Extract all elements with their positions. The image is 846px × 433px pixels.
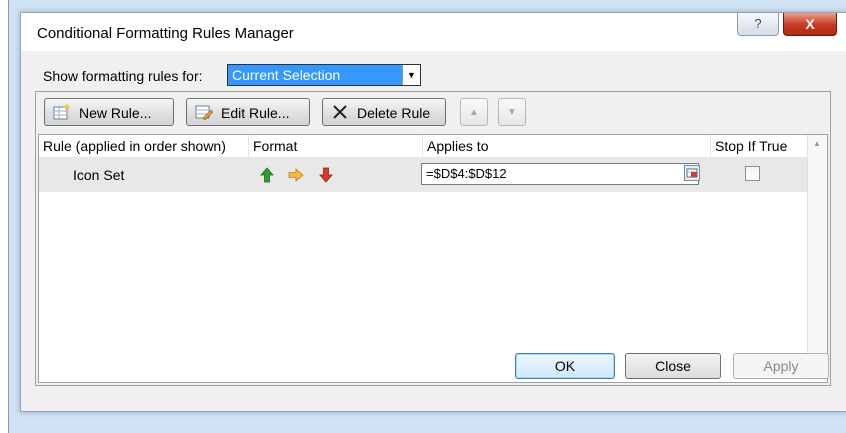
delete-rule-label: Delete Rule bbox=[357, 105, 431, 121]
apply-button[interactable]: Apply bbox=[733, 353, 829, 379]
vertical-scrollbar[interactable]: ▲ ▼ bbox=[807, 135, 826, 380]
help-button[interactable]: ? bbox=[737, 13, 779, 36]
delete-rule-button[interactable]: Delete Rule bbox=[322, 98, 446, 126]
applies-to-value: =$D$4:$D$12 bbox=[426, 166, 507, 181]
rule-row[interactable]: Icon Set =$D$4:$D$12 bbox=[39, 158, 807, 192]
title-bar: Conditional Formatting Rules Manager ? X bbox=[21, 13, 846, 51]
show-rules-dropdown[interactable]: Current Selection ▼ bbox=[227, 64, 421, 86]
header-stop-if-true: Stop If True bbox=[715, 138, 788, 154]
header-applies-to: Applies to bbox=[423, 135, 711, 157]
rules-grid: Rule (applied in order shown) Format App… bbox=[38, 134, 828, 383]
red-down-arrow-icon bbox=[319, 167, 333, 183]
green-up-arrow-icon bbox=[260, 167, 274, 183]
show-rules-selected: Current Selection bbox=[228, 65, 402, 85]
rules-manager-dialog: Conditional Formatting Rules Manager ? X… bbox=[20, 12, 846, 412]
delete-x-icon bbox=[333, 105, 347, 119]
rule-name: Icon Set bbox=[73, 167, 125, 183]
grid-header: Rule (applied in order shown) Format App… bbox=[39, 135, 807, 158]
stop-if-true-checkbox[interactable] bbox=[745, 166, 760, 181]
header-format: Format bbox=[249, 135, 423, 157]
range-selector-icon[interactable] bbox=[684, 165, 700, 181]
edit-rule-button[interactable]: Edit Rule... bbox=[186, 98, 310, 126]
move-up-button[interactable]: ▲ bbox=[460, 98, 488, 126]
ok-button[interactable]: OK bbox=[515, 353, 615, 379]
new-rule-label: New Rule... bbox=[79, 105, 152, 121]
yellow-right-arrow-icon bbox=[288, 168, 304, 182]
close-window-button[interactable]: X bbox=[783, 13, 837, 36]
dialog-title: Conditional Formatting Rules Manager bbox=[37, 25, 294, 42]
applies-to-input[interactable]: =$D$4:$D$12 bbox=[421, 163, 700, 185]
header-rule: Rule (applied in order shown) bbox=[39, 135, 249, 157]
new-rule-icon bbox=[53, 104, 70, 120]
new-rule-button[interactable]: New Rule... bbox=[44, 98, 174, 126]
move-down-button[interactable]: ▼ bbox=[498, 98, 526, 126]
scroll-up-icon[interactable]: ▲ bbox=[808, 139, 826, 153]
show-rules-label: Show formatting rules for: bbox=[43, 68, 203, 84]
chevron-down-icon[interactable]: ▼ bbox=[402, 65, 420, 85]
triangle-down-icon: ▼ bbox=[507, 107, 517, 118]
close-button[interactable]: Close bbox=[625, 353, 721, 379]
edit-rule-label: Edit Rule... bbox=[221, 105, 290, 121]
edit-rule-icon bbox=[195, 105, 213, 120]
triangle-up-icon: ▲ bbox=[469, 107, 479, 118]
rules-panel: New Rule... Edit Rule... Delete Rule ▲ ▼… bbox=[35, 91, 831, 386]
